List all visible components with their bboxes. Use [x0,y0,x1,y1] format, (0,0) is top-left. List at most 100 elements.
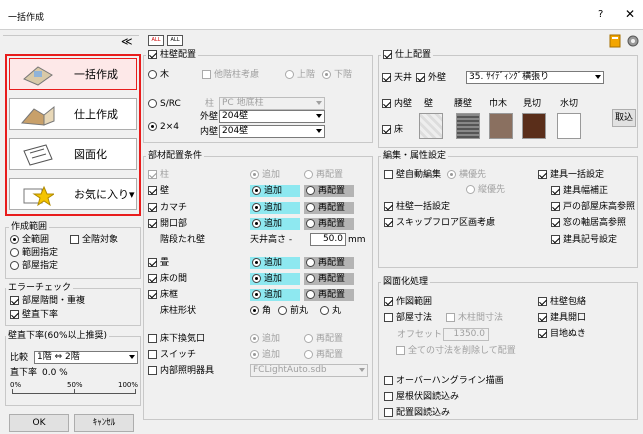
prio-v-radio[interactable]: 縦優先 [466,185,505,196]
wall-swatch[interactable] [419,113,443,139]
stairs-check-checkbox[interactable]: 部屋階間・重複 [10,296,85,307]
tokonoma-replace-radio[interactable]: 再配置 [304,273,354,285]
member-frame-checkbox[interactable]: 床框 [148,290,178,301]
draw-range-checkbox[interactable]: 作図範囲 [384,297,432,308]
prio-h-radio[interactable]: 横優先 [447,170,486,181]
light-file-select[interactable]: FCLightAuto.sdb [250,364,368,377]
frame-add-radio[interactable]: 追加 [250,289,300,301]
joint-cut-checkbox[interactable]: 目地ぬき [538,329,586,340]
window-height-checkbox[interactable]: 窓の軸居高参照 [551,218,626,229]
tatami-add-radio[interactable]: 追加 [250,257,300,269]
skip-floor-checkbox[interactable]: スキップフロア区画考慮 [384,218,495,229]
member-kamachi-checkbox[interactable]: カマチ [148,203,187,214]
offset-input[interactable]: 1350.0 [443,328,489,341]
wood-radio[interactable]: 木 [148,70,169,81]
fitting-width-checkbox[interactable]: 建具幅補正 [551,186,608,197]
book-icon[interactable] [608,34,622,48]
reset-dims-checkbox[interactable]: 全ての寸法を削除して配置 [396,346,516,357]
two-by-four-radio[interactable]: 2×4 [148,122,179,133]
src-radio[interactable]: S/RC [148,99,181,110]
uncheck-all-button[interactable]: ALL [167,35,183,46]
range-specified-radio[interactable]: 範囲指定 [10,248,58,259]
error-group-title: エラーチェック [6,283,74,293]
lower-radio[interactable]: 下階 [322,70,352,81]
member-switch-checkbox[interactable]: スイッチ [148,350,196,361]
frame-add-text: 追加 [264,290,283,300]
outer-wall-select[interactable]: 204壁 [219,110,325,123]
wall-replace-radio[interactable]: 再配置 [304,185,354,197]
pillar-set-checkbox[interactable]: 柱壁一括設定 [384,202,450,213]
member-vent-checkbox[interactable]: 床下換気口 [148,334,205,345]
drawing-button[interactable]: 図面化 [9,138,137,170]
floor-compare-select[interactable]: 1階 ⇔ 2階 [34,351,138,364]
fitting-open-checkbox[interactable]: 建具開口 [538,313,586,324]
ok-button[interactable]: OK [9,414,69,432]
batch-create-button[interactable]: 一括作成 [9,58,137,90]
favorites-button[interactable]: お気に入り▾ [9,178,137,210]
fitting-set-checkbox[interactable]: 建具一括設定 [538,170,604,181]
ratio-group-title: 壁直下率(60%以上推奨) [6,331,110,341]
inner-wall-select[interactable]: 204壁 [219,125,325,138]
exterior-checkbox[interactable]: 外壁 [416,73,446,84]
cancel-button[interactable]: ｷｬﾝｾﾙ [74,414,134,432]
member-opening-checkbox[interactable]: 開口部 [148,219,187,230]
all-floors-checkbox[interactable]: 全階対象 [70,235,118,246]
upper-radio[interactable]: 上階 [285,70,315,81]
shape-front-round-radio[interactable]: 前丸 [278,306,308,317]
collapse-button[interactable]: ≪ [121,35,133,48]
finish-group-title[interactable]: 仕上配置 [381,50,434,60]
pillar-type-select[interactable]: PC 地底柱 [219,97,325,110]
ceiling-height-input[interactable]: 50.0 [310,233,346,246]
kamachi-replace-radio[interactable]: 再配置 [304,202,354,214]
member-tatami-checkbox[interactable]: 畳 [148,258,169,269]
vent-add-radio[interactable]: 追加 [250,334,280,345]
room-dim-checkbox[interactable]: 部屋寸法 [384,313,432,324]
frame-replace-radio[interactable]: 再配置 [304,289,354,301]
tokonoma-add-radio[interactable]: 追加 [250,273,300,285]
roof-plan-checkbox[interactable]: 屋根伏図読込み [384,392,459,403]
pillar-add-radio[interactable]: 追加 [250,170,280,181]
auto-edit-checkbox[interactable]: 壁自動編集 [384,170,441,181]
exterior-finish-select[interactable]: 35. ｻｲﾃﾞｨﾝｸﾞ横張り [466,71,604,84]
gear-icon[interactable] [626,34,640,48]
straight-ratio-checkbox[interactable]: 壁直下率 [10,310,58,321]
member-wall-checkbox[interactable]: 壁 [148,186,169,197]
pillar-group-title[interactable]: 柱壁配置 [146,50,199,60]
overhang-checkbox[interactable]: オーバーハングライン描画 [384,376,504,387]
close-button[interactable]: ✕ [625,7,635,21]
range-room-radio[interactable]: 部屋指定 [10,261,58,272]
member-pillar-checkbox[interactable]: 柱 [148,170,169,181]
floor-checkbox[interactable]: 床 [382,125,403,136]
help-button[interactable]: ? [598,9,603,20]
other-floor-checkbox[interactable]: 他階柱考慮 [202,70,259,81]
base-swatch[interactable] [489,113,513,139]
switch-add-radio[interactable]: 追加 [250,350,280,361]
drip-swatch[interactable] [557,113,581,139]
range-all-radio[interactable]: 全範囲 [10,235,49,246]
fitting-symbol-checkbox[interactable]: 建具記号設定 [551,235,617,246]
wall-add-radio[interactable]: 追加 [250,185,300,197]
member-light-checkbox[interactable]: 内部照明器具 [148,366,214,377]
check-all-button[interactable]: ALL [148,35,164,46]
kamachi-add-radio[interactable]: 追加 [250,202,300,214]
ceiling-checkbox[interactable]: 天井 [382,73,412,84]
finish-create-button[interactable]: 仕上作成 [9,98,137,130]
shape-square-radio[interactable]: 角 [250,306,271,317]
waist-swatch[interactable] [456,113,480,139]
prio-h-text: 横優先 [459,170,487,180]
opening-add-radio[interactable]: 追加 [250,218,300,230]
fetch-button[interactable]: 取込 [612,109,636,127]
site-plan-checkbox[interactable]: 配置図読込み [384,408,450,419]
door-floor-checkbox[interactable]: 戸の部屋床高参照 [551,202,635,213]
shape-round-radio[interactable]: 丸 [320,306,341,317]
trim-swatch[interactable] [522,113,546,139]
interior-checkbox[interactable]: 内壁 [382,99,412,110]
pillar-dim-checkbox[interactable]: 木柱間寸法 [446,313,503,324]
pillar-replace-radio[interactable]: 再配置 [304,170,343,181]
switch-replace-radio[interactable]: 再配置 [304,350,343,361]
vent-replace-radio[interactable]: 再配置 [304,334,343,345]
member-tokonoma-checkbox[interactable]: 床の間 [148,274,187,285]
tatami-replace-radio[interactable]: 再配置 [304,257,354,269]
opening-replace-radio[interactable]: 再配置 [304,218,354,230]
pillar-wrap-checkbox[interactable]: 柱壁包絡 [538,297,586,308]
